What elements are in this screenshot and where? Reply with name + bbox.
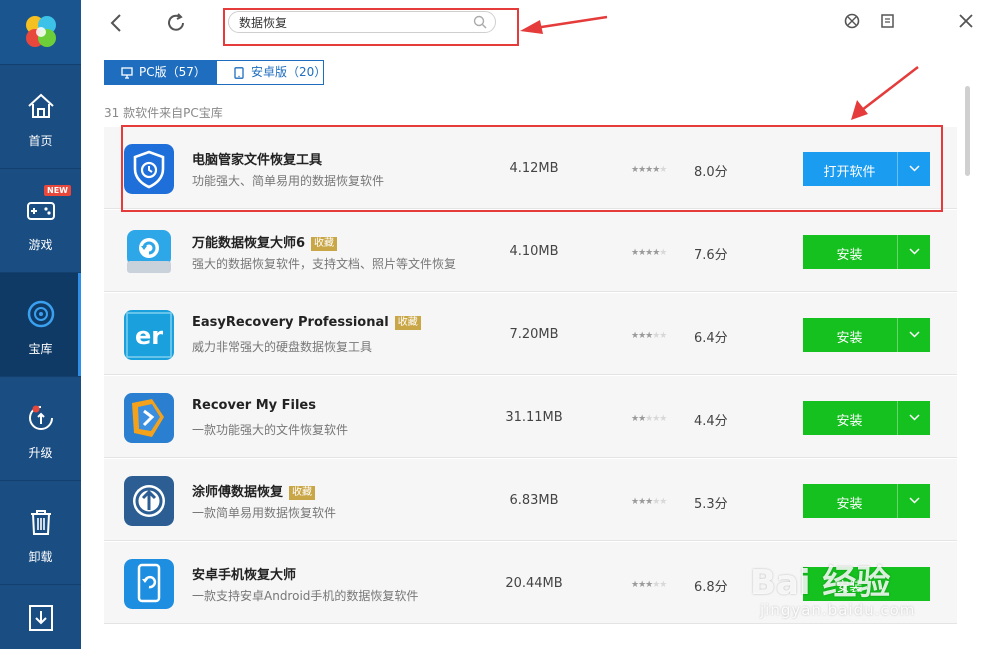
tab-label: PC版（57）: [139, 65, 206, 79]
app-size: 7.20MB: [509, 327, 559, 342]
easyrecovery-icon: er: [124, 310, 174, 360]
app-size: 4.10MB: [509, 244, 559, 259]
app-name[interactable]: 安卓手机恢复大师: [192, 564, 296, 583]
app-description: 强大的数据恢复软件，支持文档、照片等文件恢复: [192, 257, 457, 271]
install-button[interactable]: 安装: [803, 235, 930, 269]
install-button[interactable]: 安装: [803, 318, 930, 352]
tablet-icon: [234, 67, 244, 79]
app-description: 一款支持安卓Android手机的数据恢复软件: [192, 589, 419, 603]
chevron-down-icon: [909, 414, 920, 421]
recover-my-files-icon: [124, 393, 174, 443]
favorite-tag[interactable]: 收藏: [289, 486, 316, 500]
sidebar-item-treasury[interactable]: 宝库: [0, 272, 81, 377]
back-icon[interactable]: [105, 11, 129, 35]
action-dropdown[interactable]: [897, 235, 930, 269]
app-score: 5.3分: [694, 497, 728, 512]
disc-icon: [27, 300, 55, 328]
watermark: Bai 经验 jingyan.baidu.com: [750, 555, 970, 635]
sidebar: 首页 NEW 游戏 宝库 升级 卸载: [0, 0, 81, 649]
tushifu-recovery-icon: [124, 476, 174, 526]
chevron-down-icon: [909, 497, 920, 504]
sidebar-item-uninstall[interactable]: 卸载: [0, 480, 81, 584]
close-icon[interactable]: [957, 12, 975, 30]
rating-stars: ★★★★★: [631, 497, 667, 507]
svg-text:er: er: [135, 322, 163, 350]
app-name[interactable]: 涂师傅数据恢复 收藏: [192, 481, 316, 500]
rating-stars: ★★★★★: [631, 580, 667, 590]
chevron-down-icon: [909, 331, 920, 338]
watermark-url: jingyan.baidu.com: [760, 601, 916, 619]
scrollbar[interactable]: [965, 86, 970, 176]
tab-label: 安卓版（20）: [251, 65, 327, 79]
app-description: 威力非常强大的硬盘数据恢复工具: [192, 340, 373, 354]
app-description: 一款简单易用数据恢复软件: [192, 506, 337, 520]
home-icon: [28, 93, 54, 118]
app-score: 4.4分: [694, 414, 728, 429]
watermark-text: Bai 经验: [750, 563, 891, 603]
trash-icon: [31, 510, 51, 535]
skin-icon[interactable]: [843, 12, 861, 30]
install-button[interactable]: 安装: [803, 484, 930, 518]
sidebar-item-download[interactable]: [0, 584, 81, 649]
monitor-icon: [121, 67, 133, 79]
result-count: 31 款软件来自PC宝库: [104, 106, 223, 120]
app-score: 7.6分: [694, 248, 728, 263]
row-highlight-box: [121, 125, 943, 212]
app-score: 6.8分: [694, 580, 728, 595]
list-item: 涂师傅数据恢复 收藏 一款简单易用数据恢复软件 6.83MB ★★★★★ 5.3分…: [104, 459, 957, 541]
install-button[interactable]: 安装: [803, 401, 930, 435]
app-description: 一款功能强大的文件恢复软件: [192, 423, 349, 437]
app-size: 6.83MB: [509, 493, 559, 508]
tab-android[interactable]: 安卓版（20）: [216, 60, 327, 85]
action-dropdown[interactable]: [897, 401, 930, 435]
action-label: 安装: [836, 331, 863, 346]
top-bar: [81, 0, 982, 48]
action-dropdown[interactable]: [897, 484, 930, 518]
recovery-drive-icon: [127, 230, 171, 273]
chevron-down-icon: [909, 248, 920, 255]
app-name[interactable]: EasyRecovery Professional 收藏: [192, 315, 421, 330]
tab-pc[interactable]: PC版（57）: [104, 60, 216, 85]
list-item: er EasyRecovery Professional 收藏 威力非常强大的硬盘…: [104, 293, 957, 375]
list-item: 万能数据恢复大师6 收藏 强大的数据恢复软件，支持文档、照片等文件恢复 4.10M…: [104, 210, 957, 292]
gamepad-icon: [27, 202, 55, 220]
sidebar-item-home[interactable]: 首页: [0, 64, 81, 168]
favorite-tag[interactable]: 收藏: [311, 237, 338, 251]
app-name[interactable]: 万能数据恢复大师6 收藏: [192, 232, 338, 251]
sidebar-item-label: 升级: [28, 446, 53, 460]
android-recovery-icon: [124, 559, 174, 609]
favorite-tag[interactable]: 收藏: [394, 316, 421, 330]
upgrade-icon: [29, 405, 53, 430]
list-item: Recover My Files 一款功能强大的文件恢复软件 31.11MB ★…: [104, 376, 957, 458]
app-name[interactable]: Recover My Files: [192, 398, 316, 413]
action-label: 安装: [836, 497, 863, 512]
action-label: 安装: [836, 414, 863, 429]
rating-stars: ★★★★★: [631, 331, 667, 341]
action-dropdown[interactable]: [897, 318, 930, 352]
download-icon: [29, 605, 53, 631]
sidebar-item-label: 首页: [28, 134, 53, 148]
sidebar-item-label: 宝库: [28, 342, 53, 356]
app-score: 6.4分: [694, 331, 728, 346]
sidebar-item-upgrade[interactable]: 升级: [0, 376, 81, 480]
sidebar-item-label: 游戏: [28, 238, 53, 252]
action-label: 安装: [836, 248, 863, 263]
app-logo: [0, 0, 81, 64]
app-size: 20.44MB: [505, 576, 563, 591]
search-highlight-box: [223, 8, 519, 46]
restore-window-icon[interactable]: [879, 12, 897, 30]
rating-stars: ★★★★★: [631, 414, 667, 424]
sidebar-item-games[interactable]: NEW 游戏: [0, 168, 81, 272]
sidebar-item-label: 卸载: [28, 550, 53, 564]
app-size: 31.11MB: [505, 410, 563, 425]
refresh-icon[interactable]: [164, 11, 188, 35]
app-logo-icon: [26, 16, 56, 47]
rating-stars: ★★★★★: [631, 248, 667, 258]
